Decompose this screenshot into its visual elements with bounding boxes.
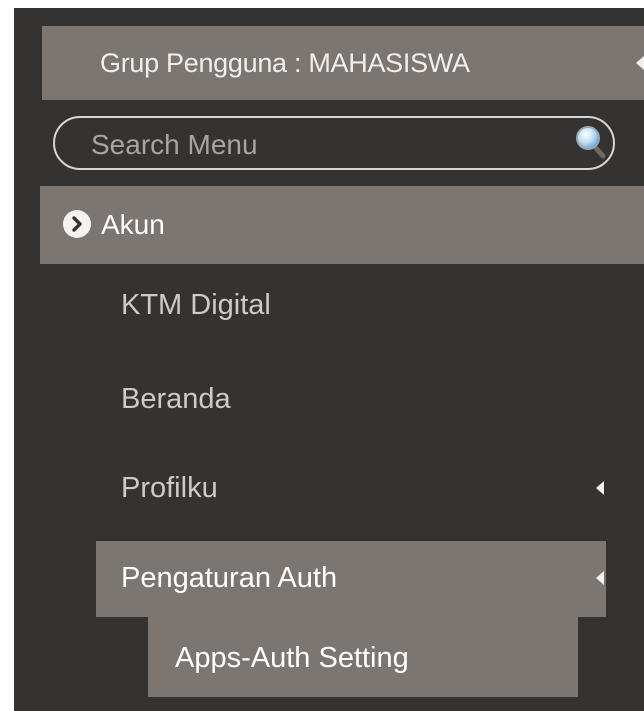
- menu-section-label: Akun: [101, 209, 165, 240]
- menu-item-label: Beranda: [121, 383, 231, 415]
- menu-item-pengaturan-auth[interactable]: Pengaturan Auth: [96, 541, 606, 617]
- menu-item-ktm-digital[interactable]: KTM Digital: [14, 271, 644, 341]
- menu-section-akun[interactable]: Akun: [40, 186, 644, 264]
- chevron-right-circle-icon: [63, 210, 91, 238]
- caret-left-icon: [596, 571, 604, 585]
- submenu-item-apps-auth-setting[interactable]: Apps-Auth Setting: [148, 617, 578, 697]
- menu-item-label: Profilku: [121, 472, 218, 504]
- search-icon[interactable]: [575, 125, 607, 159]
- menu-item-label: KTM Digital: [121, 289, 271, 321]
- menu-item-beranda[interactable]: Beranda: [14, 365, 644, 435]
- sidebar: Grup Pengguna : MAHASISWA Search Menu Ak…: [14, 8, 644, 711]
- caret-left-icon: [636, 56, 644, 70]
- search-placeholder: Search Menu: [91, 129, 258, 160]
- user-group-label: Grup Pengguna : MAHASISWA: [100, 48, 470, 78]
- menu-item-label: Pengaturan Auth: [121, 562, 338, 594]
- search-menu-input[interactable]: Search Menu: [53, 116, 615, 170]
- submenu-item-label: Apps-Auth Setting: [175, 642, 409, 674]
- user-group-selector[interactable]: Grup Pengguna : MAHASISWA: [42, 26, 644, 100]
- caret-left-icon: [596, 481, 604, 495]
- menu-item-profilku[interactable]: Profilku: [14, 454, 644, 524]
